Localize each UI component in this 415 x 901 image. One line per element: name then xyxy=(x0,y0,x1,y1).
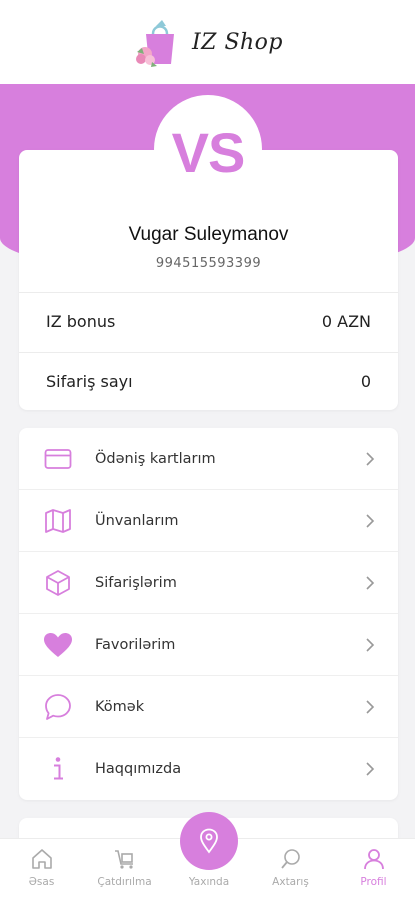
avatar-initials: VS xyxy=(171,120,246,184)
nav-nearby-label: Yaxında xyxy=(188,876,230,888)
menu-item-about[interactable]: Haqqımızda xyxy=(19,738,398,800)
bonus-row: IZ bonus 0 AZN xyxy=(19,292,398,350)
chevron-right-icon xyxy=(366,513,375,528)
order-count-label: Sifariş sayı xyxy=(46,372,133,391)
menu-item-payment-cards[interactable]: Ödəniş kartlarım xyxy=(19,428,398,490)
user-icon xyxy=(363,849,384,870)
nav-delivery-label: Çatdırılma xyxy=(97,876,152,888)
chevron-right-icon xyxy=(366,575,375,590)
order-count-value: 0 xyxy=(360,372,371,391)
chevron-right-icon xyxy=(366,762,375,776)
menu-item-label: Haqqımızda xyxy=(95,761,182,777)
avatar[interactable]: VS xyxy=(154,95,262,203)
menu-item-favorites[interactable]: Favorilərim xyxy=(19,614,398,676)
nav-home-label: Əsas xyxy=(28,876,55,888)
nav-search-label: Axtarış xyxy=(272,876,309,888)
order-count-row: Sifariş sayı 0 xyxy=(19,352,398,410)
brand-name: IZ Shop xyxy=(191,29,284,55)
menu-item-label: Ödəniş kartlarım xyxy=(95,450,216,467)
brand-logo[interactable]: IZ Shop xyxy=(132,14,283,70)
search-icon xyxy=(280,849,300,869)
chevron-right-icon xyxy=(366,451,375,466)
heart-icon xyxy=(43,630,73,660)
user-name: Vugar Suleymanov xyxy=(128,224,289,245)
nav-profile[interactable]: Profil xyxy=(332,847,415,888)
shopping-bag-logo-icon xyxy=(135,20,174,67)
location-pin-icon xyxy=(200,828,218,854)
user-phone: 994515593399 xyxy=(155,256,262,271)
chat-bubble-icon xyxy=(43,692,73,722)
chevron-right-icon xyxy=(366,699,375,714)
menu-item-help[interactable]: Kömək xyxy=(19,676,398,738)
menu-item-label: Favorilərim xyxy=(95,636,176,653)
map-icon xyxy=(43,506,73,536)
chevron-right-icon xyxy=(366,637,375,652)
nav-search[interactable]: Axtarış xyxy=(249,847,332,888)
bonus-value: 0 AZN xyxy=(321,312,371,331)
menu-item-label: Ünvanlarım xyxy=(95,512,179,529)
menu-item-addresses[interactable]: Ünvanlarım xyxy=(19,490,398,552)
nav-nearby-button[interactable] xyxy=(180,812,238,870)
top-bar: IZ Shop xyxy=(0,0,415,84)
menu-item-orders[interactable]: Sifarişlərim xyxy=(19,552,398,614)
bonus-label: IZ bonus xyxy=(46,312,116,331)
menu-card: Ödəniş kartlarım Ünvanlarım Sifarişlərim… xyxy=(19,428,398,800)
credit-card-icon xyxy=(43,444,73,474)
box-icon xyxy=(43,568,73,598)
menu-item-label: Sifarişlərim xyxy=(95,574,177,591)
menu-item-label: Kömək xyxy=(95,698,145,715)
nav-profile-label: Profil xyxy=(360,876,387,888)
nav-delivery[interactable]: Çatdırılma xyxy=(83,847,166,888)
info-icon xyxy=(43,754,73,784)
home-icon xyxy=(31,849,52,869)
nav-home[interactable]: Əsas xyxy=(0,847,83,888)
delivery-cart-icon xyxy=(114,850,133,869)
